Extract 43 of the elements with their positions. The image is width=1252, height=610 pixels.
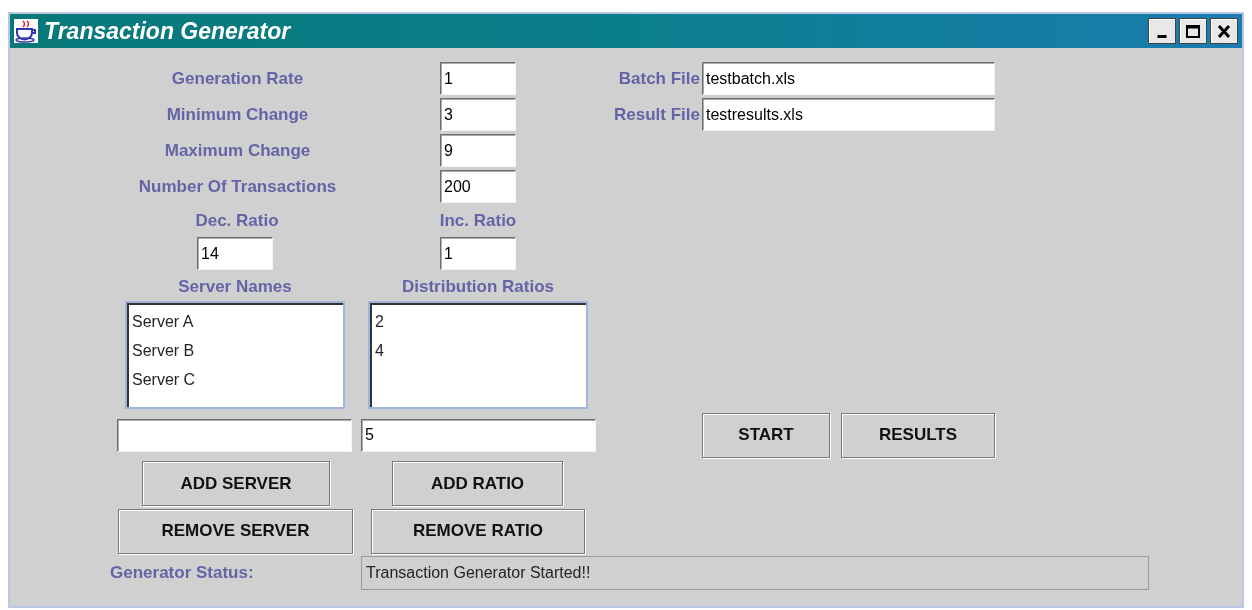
input-field[interactable]: testresults.xls: [702, 98, 995, 131]
remove-button[interactable]: REMOVE SERVER: [118, 508, 353, 554]
minimize-icon: [1157, 34, 1167, 38]
list-heading: Server Names: [177, 276, 293, 299]
list-item[interactable]: Server C: [132, 365, 338, 394]
input-field[interactable]: 200: [440, 170, 516, 203]
entry-field[interactable]: 5: [361, 418, 596, 452]
field-label: Inc. Ratio: [438, 210, 518, 233]
maximize-button[interactable]: [1179, 18, 1207, 44]
status-label: Generator Status:: [110, 562, 255, 585]
close-button[interactable]: [1210, 18, 1238, 44]
results-button[interactable]: RESULTS: [841, 412, 995, 458]
list-item[interactable]: 2: [375, 307, 581, 336]
input-field[interactable]: 3: [440, 98, 516, 131]
input-field[interactable]: testbatch.xls: [702, 62, 995, 95]
window-title: Transaction Generator: [44, 16, 291, 46]
minimize-button[interactable]: [1148, 18, 1176, 44]
remove-button[interactable]: REMOVE RATIO: [371, 508, 585, 554]
entry-field[interactable]: [117, 418, 352, 452]
list-item[interactable]: Server A: [132, 307, 338, 336]
input-field[interactable]: 9: [440, 134, 516, 167]
status-field: Transaction Generator Started!!: [361, 556, 1149, 590]
field-label: Minimum Change: [165, 103, 310, 126]
input-field[interactable]: 14: [197, 237, 273, 270]
field-label: Generation Rate: [170, 67, 305, 90]
add-button[interactable]: ADD RATIO: [392, 461, 563, 506]
coffee-cup-icon: [14, 19, 38, 43]
input-field[interactable]: 1: [440, 62, 516, 95]
close-icon: [1215, 22, 1233, 40]
field-label: Number Of Transactions: [137, 175, 338, 198]
field-label: Dec. Ratio: [194, 210, 280, 233]
input-field[interactable]: 1: [440, 237, 516, 270]
start-button[interactable]: START: [702, 412, 830, 458]
field-label: Maximum Change: [163, 139, 312, 162]
field-label: Batch File: [617, 67, 700, 90]
list-item[interactable]: 4: [375, 336, 581, 365]
field-label: Result File: [613, 103, 700, 126]
list-item[interactable]: Server B: [132, 336, 338, 365]
add-button[interactable]: ADD SERVER: [142, 461, 330, 506]
list-box[interactable]: 2 4: [368, 301, 588, 409]
maximize-icon: [1184, 22, 1202, 40]
list-heading: Distribution Ratios: [400, 276, 556, 299]
list-box[interactable]: Server A Server B Server C: [125, 301, 345, 409]
